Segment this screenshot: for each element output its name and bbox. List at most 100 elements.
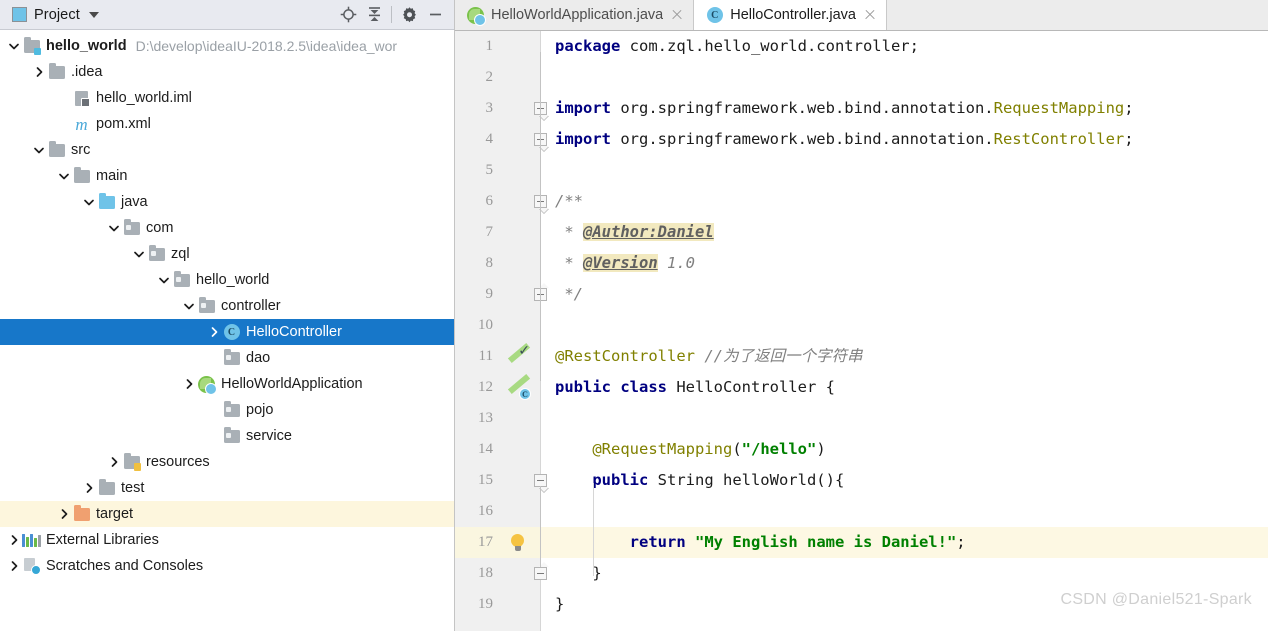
project-tree[interactable]: hello_world D:\develop\ideaIU-2018.2.5\id… <box>0 30 454 631</box>
tree-row[interactable]: controller <box>0 293 454 319</box>
code-token-plain: ( <box>732 440 742 458</box>
java-class-icon: C <box>223 324 240 341</box>
tree-row[interactable]: hello_world.iml <box>0 85 454 111</box>
tree-item-label: zql <box>171 245 190 262</box>
chevron-down-icon[interactable] <box>56 163 73 189</box>
tree-row[interactable]: java <box>0 189 454 215</box>
locate-icon[interactable] <box>335 2 361 28</box>
tree-row[interactable]: src <box>0 137 454 163</box>
tree-row[interactable]: hello_world D:\develop\ideaIU-2018.2.5\id… <box>0 33 454 59</box>
code-line[interactable]: } <box>555 558 1268 589</box>
chevron-right-icon[interactable] <box>56 501 73 527</box>
code-editor[interactable]: 1 2 3 4 5 6 7 8 9 10 11 12 13 14 15 16 17 18 19 ✓ C package… <box>455 31 1268 631</box>
editor-tab-label: HelloWorldApplication.java <box>491 7 664 23</box>
chevron-down-icon[interactable] <box>88 11 99 18</box>
tree-row-selected[interactable]: C HelloController <box>0 319 454 345</box>
tree-row[interactable]: resources <box>0 449 454 475</box>
code-line[interactable]: public class HelloController { <box>555 372 1268 403</box>
tree-row[interactable]: hello_world <box>0 267 454 293</box>
tree-row[interactable]: m pom.xml <box>0 111 454 137</box>
tree-row[interactable]: com <box>0 215 454 241</box>
editor-tab-label: HelloController.java <box>730 7 856 23</box>
minimize-icon[interactable] <box>422 2 448 28</box>
code-line[interactable] <box>555 155 1268 186</box>
tree-item-label: test <box>121 479 145 496</box>
package-icon <box>223 400 240 419</box>
package-icon <box>223 426 240 445</box>
close-icon[interactable] <box>863 8 877 22</box>
code-line[interactable]: * @Author:Daniel <box>555 217 1268 248</box>
chevron-down-icon[interactable] <box>6 33 23 59</box>
tree-row[interactable]: test <box>0 475 454 501</box>
code-line[interactable]: public String helloWorld(){ <box>555 465 1268 496</box>
line-number: 18 <box>478 565 493 581</box>
project-window-icon <box>12 7 27 22</box>
project-path-label: D:\develop\ideaIU-2018.2.5\idea\idea_wor <box>135 38 398 54</box>
icon-gutter[interactable]: ✓ C <box>501 31 549 631</box>
chevron-down-icon[interactable] <box>81 189 98 215</box>
chevron-right-icon[interactable] <box>81 475 98 501</box>
code-token-plain: ; <box>956 533 966 551</box>
tree-row[interactable]: .idea <box>0 59 454 85</box>
chevron-right-icon[interactable] <box>106 449 123 475</box>
close-icon[interactable] <box>670 8 684 22</box>
line-number: 9 <box>485 286 494 302</box>
spring-component-icon[interactable]: C <box>507 373 531 400</box>
code-line[interactable] <box>555 62 1268 93</box>
spring-bean-candidate-icon[interactable]: ✓ <box>507 342 531 366</box>
tree-row[interactable]: target <box>0 501 454 527</box>
java-class-icon: C <box>706 7 723 24</box>
editor-tab[interactable]: HelloWorldApplication.java <box>455 0 695 30</box>
code-line[interactable]: import org.springframework.web.bind.anno… <box>555 124 1268 155</box>
code-token-plain: } <box>555 595 565 613</box>
code-line[interactable]: */ <box>555 279 1268 310</box>
tree-row[interactable]: HelloWorldApplication <box>0 371 454 397</box>
chevron-right-icon[interactable] <box>6 527 23 553</box>
code-token-jdocval: 1.0 <box>657 254 695 272</box>
code-line[interactable] <box>555 310 1268 341</box>
code-line[interactable]: package com.zql.hello_world.controller; <box>555 31 1268 62</box>
gear-icon[interactable] <box>396 2 422 28</box>
chevron-right-icon[interactable] <box>6 553 23 579</box>
spring-class-icon <box>198 375 217 395</box>
chevron-right-icon[interactable] <box>181 371 198 397</box>
chevron-down-icon[interactable] <box>156 267 173 293</box>
code-line[interactable]: @RestController //为了返回一个字符串 <box>555 341 1268 372</box>
tree-row[interactable]: zql <box>0 241 454 267</box>
code-line[interactable]: import org.springframework.web.bind.anno… <box>555 93 1268 124</box>
code-line[interactable]: /** <box>555 186 1268 217</box>
code-token-kw: import <box>555 130 611 148</box>
code-token-jdoc: */ <box>555 285 583 303</box>
tree-row[interactable]: service <box>0 423 454 449</box>
chevron-down-icon[interactable] <box>181 293 198 319</box>
tree-row[interactable]: External Libraries <box>0 527 454 553</box>
chevron-down-icon[interactable] <box>31 137 48 163</box>
tree-row[interactable]: Scratches and Consoles <box>0 553 454 579</box>
code-line[interactable] <box>555 403 1268 434</box>
folder-icon <box>48 140 65 159</box>
toolbar-separator <box>391 6 392 23</box>
editor-tab[interactable]: C HelloController.java <box>694 0 887 30</box>
code-token-ann: RestController <box>993 130 1125 148</box>
code-content[interactable]: package com.zql.hello_world.controller;i… <box>541 31 1268 631</box>
code-line[interactable] <box>555 496 1268 527</box>
intention-bulb-icon[interactable] <box>510 534 525 551</box>
tree-row[interactable]: main <box>0 163 454 189</box>
chevron-right-icon[interactable] <box>31 59 48 85</box>
code-line[interactable]: } <box>555 589 1268 620</box>
code-line[interactable]: return "My English name is Daniel!"; <box>555 527 1268 558</box>
tree-row[interactable]: dao <box>0 345 454 371</box>
tree-row[interactable]: pojo <box>0 397 454 423</box>
chevron-down-icon[interactable] <box>131 241 148 267</box>
code-line[interactable]: @RequestMapping("/hello") <box>555 434 1268 465</box>
collapse-all-icon[interactable] <box>361 2 387 28</box>
code-token-str: "My English name is Daniel!" <box>695 533 957 551</box>
chevron-right-icon[interactable] <box>206 319 223 345</box>
chevron-down-icon[interactable] <box>106 215 123 241</box>
code-line[interactable]: * @Version 1.0 <box>555 248 1268 279</box>
tree-item-label: HelloController <box>246 323 342 340</box>
editor-tab-bar[interactable]: HelloWorldApplication.java C HelloControll… <box>455 0 1268 31</box>
